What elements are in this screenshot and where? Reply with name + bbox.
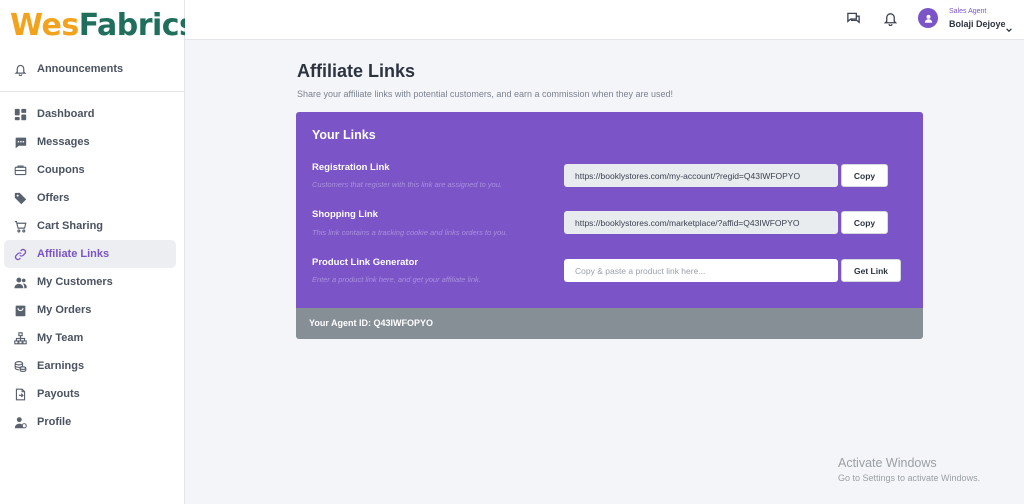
coupon-icon xyxy=(12,162,28,178)
sidebar-item-label: Earnings xyxy=(37,360,85,372)
dashboard-icon xyxy=(12,106,28,122)
page-title: Affiliate Links xyxy=(297,61,416,81)
sidebar-item-label: My Orders xyxy=(37,304,92,316)
sidebar-item-label: My Customers xyxy=(37,276,113,288)
top-header: Sales Agent Bolaji Dejoye xyxy=(185,0,1024,40)
sidebar-item-my-orders[interactable]: My Orders xyxy=(4,296,176,324)
team-icon xyxy=(12,330,28,346)
card-body: Your Links Registration Link Customers t… xyxy=(296,112,923,308)
brand-logo[interactable]: WesFabrics xyxy=(0,0,197,52)
brand-logo-part1: Wes xyxy=(10,8,79,43)
registration-link-description: Customers that register with this link a… xyxy=(312,180,503,189)
sidebar-item-label: Offers xyxy=(37,192,70,204)
user-icon xyxy=(924,14,932,23)
sidebar-divider xyxy=(0,91,184,92)
cart-icon xyxy=(12,218,28,234)
sidebar-item-label: Cart Sharing xyxy=(37,220,104,232)
registration-link-label: Registration Link xyxy=(312,162,390,173)
sidebar-item-label: Payouts xyxy=(37,388,80,400)
sidebar-item-label: Dashboard xyxy=(37,108,95,120)
sidebar-item-announcements[interactable]: Announcements xyxy=(4,55,176,83)
copy-registration-link-button[interactable]: Copy xyxy=(841,164,888,187)
avatar[interactable] xyxy=(918,8,938,28)
sidebar-item-label: My Team xyxy=(37,332,84,344)
product-link-generator-label: Product Link Generator xyxy=(312,257,419,268)
agent-id-footer: Your Agent ID: Q43IWFOPYO xyxy=(296,308,923,339)
sidebar-item-label: Profile xyxy=(37,416,72,428)
sidebar-item-my-team[interactable]: My Team xyxy=(4,324,176,352)
bell-icon[interactable] xyxy=(883,11,899,27)
chat-icon xyxy=(12,134,28,150)
sidebar-item-payouts[interactable]: Payouts xyxy=(4,380,176,408)
payout-icon xyxy=(12,386,28,402)
sidebar-item-earnings[interactable]: Earnings xyxy=(4,352,176,380)
brand-logo-part2: Fabrics xyxy=(78,8,197,43)
user-name[interactable]: Bolaji Dejoye xyxy=(949,19,1006,29)
chevron-down-icon[interactable] xyxy=(1005,21,1013,39)
sidebar-item-offers[interactable]: Offers xyxy=(4,184,176,212)
shopping-link-field[interactable]: https://booklystores.com/marketplace/?af… xyxy=(564,211,838,234)
sidebar-item-dashboard[interactable]: Dashboard xyxy=(4,100,176,128)
profile-icon xyxy=(12,414,28,430)
sidebar-item-affiliate-links[interactable]: Affiliate Links xyxy=(4,240,176,268)
user-role: Sales Agent xyxy=(949,8,987,15)
page-subtitle: Share your affiliate links with potentia… xyxy=(297,89,674,99)
get-link-button[interactable]: Get Link xyxy=(841,259,901,282)
activate-windows-subtitle: Go to Settings to activate Windows. xyxy=(838,473,981,483)
sidebar-item-label: Messages xyxy=(37,136,90,148)
sidebar-item-label: Coupons xyxy=(37,164,85,176)
coins-icon xyxy=(12,358,28,374)
link-icon xyxy=(12,246,28,262)
sidebar-item-coupons[interactable]: Coupons xyxy=(4,156,176,184)
sidebar-item-cart-sharing[interactable]: Cart Sharing xyxy=(4,212,176,240)
affiliate-links-card: Your Links Registration Link Customers t… xyxy=(296,112,923,339)
sidebar-item-my-customers[interactable]: My Customers xyxy=(4,268,176,296)
bell-icon xyxy=(12,61,28,77)
sidebar-item-label: Announcements xyxy=(37,63,124,75)
sidebar-item-profile[interactable]: Profile xyxy=(4,408,176,436)
sidebar: WesFabrics Announcements Dashboard Messa… xyxy=(0,0,197,504)
product-link-generator-description: Enter a product link here, and get your … xyxy=(312,275,481,284)
shopping-link-description: This link contains a tracking cookie and… xyxy=(312,228,508,237)
chat-icon[interactable] xyxy=(846,11,862,27)
orders-icon xyxy=(12,302,28,318)
registration-link-field[interactable]: https://booklystores.com/my-account/?reg… xyxy=(564,164,838,187)
tag-icon xyxy=(12,190,28,206)
users-icon xyxy=(12,274,28,290)
sidebar-item-messages[interactable]: Messages xyxy=(4,128,176,156)
sidebar-item-label: Affiliate Links xyxy=(37,248,110,260)
shopping-link-label: Shopping Link xyxy=(312,209,378,220)
card-title: Your Links xyxy=(312,128,376,142)
product-link-input[interactable] xyxy=(564,259,838,282)
copy-shopping-link-button[interactable]: Copy xyxy=(841,211,888,234)
activate-windows-title: Activate Windows xyxy=(838,456,937,470)
